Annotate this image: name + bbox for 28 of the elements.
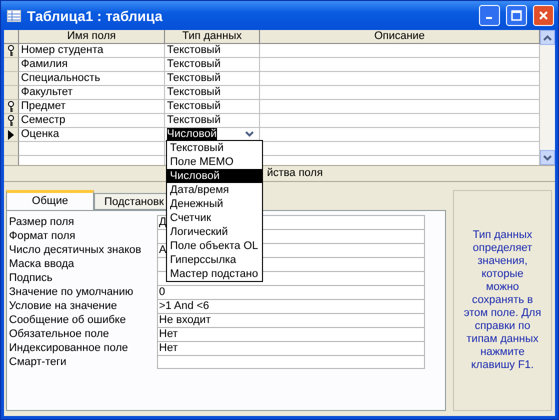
data-type-cell: Текстовый	[165, 58, 260, 72]
property-label: Значение по умолчанию	[9, 285, 134, 299]
property-label: Обязательное поле	[9, 327, 110, 341]
property-label: Формат поля	[9, 229, 76, 243]
property-label: Сообщение об ошибке	[9, 313, 127, 327]
field-name-cell: Оценка	[19, 128, 165, 142]
property-label: Условие на значение	[9, 299, 118, 313]
field-name-cell: Предмет	[19, 100, 165, 114]
property-label: Подпись	[9, 271, 54, 285]
field-name-cell: Факультет	[19, 86, 165, 100]
column-header: Описание	[260, 30, 540, 44]
field-name-cell: Специальность	[19, 72, 165, 86]
column-header: Тип данных	[165, 30, 260, 44]
data-type-cell: Текстовый	[165, 86, 260, 100]
property-label: Маска ввода	[9, 257, 76, 271]
property-label: Смарт-теги	[9, 355, 68, 369]
window-title: Таблица1 : таблица	[27, 8, 164, 24]
help-text: Тип данных определяет значения, которые можно сохранять в этом поле. Для справки по типам данных нажмите клавишу F1.	[464, 229, 542, 372]
field-name-cell: Фамилия	[19, 58, 165, 72]
column-header: Имя поля	[19, 30, 165, 44]
property-label: Число десятичных знаков	[9, 243, 142, 257]
property-label: Размер поля	[9, 215, 76, 229]
field-name-cell: Номер студента	[19, 44, 165, 58]
property-label: Индексированное поле	[9, 341, 129, 355]
data-type-cell: Текстовый	[165, 44, 260, 58]
field-name-cell: Семестр	[19, 114, 165, 128]
data-type-cell: Текстовый	[165, 100, 260, 114]
data-type-cell: Текстовый	[165, 72, 260, 86]
